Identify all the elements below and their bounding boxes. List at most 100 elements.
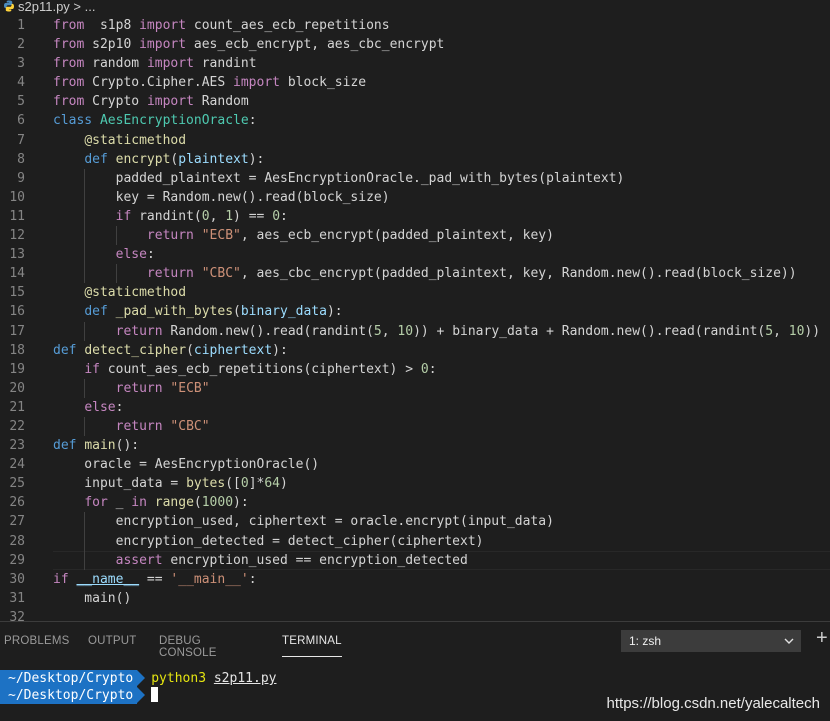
line-number: 18: [9, 342, 25, 358]
code-line[interactable]: 28 encryption_detected = detect_cipher(c…: [0, 531, 830, 551]
terminal-select-value: 1: zsh: [629, 634, 662, 648]
code-editor[interactable]: 1 from s1p8 import count_aes_ecb_repetiti…: [0, 16, 830, 621]
code-text: from random import randint: [53, 56, 257, 72]
code-text: def detect_cipher(ciphertext):: [53, 342, 288, 358]
line-number: 14: [9, 266, 25, 282]
terminal-command: python3: [151, 671, 207, 686]
code-text: else:: [84, 399, 124, 415]
line-number: 20: [9, 380, 25, 396]
breadcrumb-more[interactable]: ...: [85, 0, 96, 14]
line-number: 6: [17, 113, 25, 129]
code-text: return Random.new().read(randint(5, 10))…: [115, 323, 821, 339]
code-text: input_data = bytes([0]*64): [53, 476, 288, 492]
code-line[interactable]: 32: [0, 608, 830, 621]
code-text: def _pad_with_bytes(binary_data):: [84, 304, 343, 320]
terminal-cursor: [151, 687, 159, 702]
code-line[interactable]: 2 from s2p10 import aes_ecb_encrypt, aes_…: [0, 35, 830, 54]
code-line[interactable]: 31 main(): [0, 589, 830, 608]
code-line[interactable]: 19 if count_aes_ecb_repetitions(cipherte…: [0, 360, 830, 379]
tab-output[interactable]: OUTPUT: [88, 635, 136, 647]
line-number: 15: [9, 285, 25, 301]
code-line[interactable]: 18 def detect_cipher(ciphertext):: [0, 341, 830, 360]
code-line[interactable]: 20 return "ECB": [0, 378, 830, 398]
line-number: 29: [9, 552, 25, 568]
code-line[interactable]: 21 else:: [0, 398, 830, 417]
terminal-select[interactable]: 1: zsh: [621, 630, 801, 652]
plus-icon[interactable]: +: [816, 628, 828, 648]
code-line[interactable]: 14 return "CBC", aes_cbc_encrypt(padded_…: [0, 264, 830, 284]
code-text: from Crypto.Cipher.AES import block_size: [53, 75, 367, 91]
line-number: 26: [9, 495, 25, 511]
code-line[interactable]: 10 key = Random.new().read(block_size): [0, 187, 830, 207]
terminal-line: ~/Desktop/Crypto python3 s2p11.py: [0, 670, 276, 687]
code-text: from Crypto import Random: [53, 94, 249, 110]
line-number: 17: [9, 323, 25, 339]
code-line[interactable]: 30 if __name__ == '__main__':: [0, 570, 830, 589]
breadcrumb-separator: >: [69, 0, 85, 14]
code-line[interactable]: 13 else:: [0, 245, 830, 265]
code-line[interactable]: 12 return "ECB", aes_ecb_encrypt(padded_…: [0, 226, 830, 246]
tab-debug-console[interactable]: DEBUG CONSOLE: [159, 635, 217, 659]
code-text: if __name__ == '__main__':: [53, 571, 257, 587]
line-number: 5: [17, 94, 25, 110]
line-number: 12: [9, 228, 25, 244]
code-line[interactable]: 27 encryption_used, ciphertext = oracle.…: [0, 512, 830, 532]
terminal-output[interactable]: ~/Desktop/Crypto python3 s2p11.py ~/Deskt…: [0, 670, 276, 704]
code-line[interactable]: 3 from random import randint: [0, 54, 830, 73]
tab-problems[interactable]: PROBLEMS: [4, 635, 70, 647]
code-line[interactable]: 9 padded_plaintext = AesEncryptionOracle…: [0, 168, 830, 188]
line-number: 21: [9, 399, 25, 415]
code-text: key = Random.new().read(block_size): [53, 189, 390, 205]
code-line[interactable]: 4 from Crypto.Cipher.AES import block_siz…: [0, 73, 830, 92]
terminal-line: ~/Desktop/Crypto: [0, 687, 276, 704]
code-line[interactable]: 1 from s1p8 import count_aes_ecb_repetiti…: [0, 16, 830, 35]
tab-terminal[interactable]: TERMINAL: [282, 635, 342, 657]
code-text: @staticmethod: [84, 132, 187, 148]
code-line[interactable]: 25 input_data = bytes([0]*64): [0, 474, 830, 493]
code-text: oracle = AesEncryptionOracle(): [53, 457, 320, 473]
code-text: padded_plaintext = AesEncryptionOracle._…: [53, 170, 625, 186]
line-number: 2: [17, 37, 25, 53]
python-icon: [4, 0, 14, 12]
code-text: class AesEncryptionOracle:: [53, 113, 257, 129]
line-number: 22: [9, 418, 25, 434]
line-number: 23: [9, 438, 25, 454]
terminal-prompt: ~/Desktop/Crypto: [0, 687, 146, 704]
line-number: 19: [9, 361, 25, 377]
code-line[interactable]: 6 class AesEncryptionOracle:: [0, 111, 830, 130]
code-line[interactable]: 26 for _ in range(1000):: [0, 493, 830, 512]
line-number: 24: [9, 457, 25, 473]
code-line[interactable]: 23 def main():: [0, 436, 830, 455]
line-number: 30: [9, 571, 25, 587]
code-line[interactable]: 11 if randint(0, 1) == 0:: [0, 206, 830, 227]
code-text: else:: [115, 247, 155, 263]
code-line[interactable]: 16 def _pad_with_bytes(binary_data):: [0, 302, 830, 321]
line-number: 25: [9, 476, 25, 492]
code-line[interactable]: 29 assert encryption_used == encryption_…: [0, 550, 830, 570]
chevron-down-icon: [784, 638, 794, 644]
line-number: 4: [17, 75, 25, 91]
line-number: 1: [17, 18, 25, 33]
code-line[interactable]: 15 @staticmethod: [0, 283, 830, 302]
code-line[interactable]: 8 def encrypt(plaintext):: [0, 150, 830, 169]
line-number: 13: [9, 247, 25, 263]
code-text: from s1p8 import count_aes_ecb_repetitio…: [53, 18, 390, 33]
code-line[interactable]: 7 @staticmethod: [0, 131, 830, 150]
code-text: return "ECB", aes_ecb_encrypt(padded_pla…: [146, 228, 554, 244]
breadcrumb[interactable]: s2p11.py > ...: [0, 0, 830, 16]
code-text: return "CBC": [115, 418, 210, 434]
code-text: if count_aes_ecb_repetitions(ciphertext)…: [84, 361, 437, 377]
code-text: return "CBC", aes_cbc_encrypt(padded_pla…: [146, 266, 797, 282]
line-number: 8: [17, 151, 25, 167]
breadcrumb-file[interactable]: s2p11.py: [18, 0, 70, 14]
code-text: from s2p10 import aes_ecb_encrypt, aes_c…: [53, 37, 445, 53]
watermark: https://blog.csdn.net/yalecaltech: [606, 695, 820, 712]
code-line[interactable]: 22 return "CBC": [0, 416, 830, 437]
terminal-argument: s2p11.py: [213, 671, 277, 686]
code-line[interactable]: 17 return Random.new().read(randint(5, 1…: [0, 321, 830, 341]
code-text: if randint(0, 1) == 0:: [115, 208, 288, 224]
line-number: 10: [9, 189, 25, 205]
code-line[interactable]: 5 from Crypto import Random: [0, 92, 830, 111]
code-line[interactable]: 24 oracle = AesEncryptionOracle(): [0, 455, 830, 474]
code-text: def main():: [53, 438, 140, 454]
